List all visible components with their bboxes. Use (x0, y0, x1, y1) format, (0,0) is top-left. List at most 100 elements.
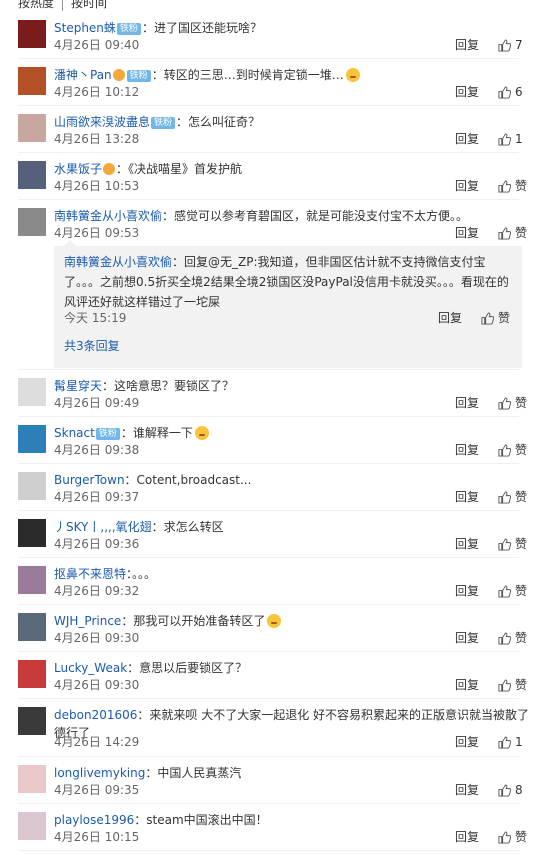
comment-item: 髯星穿天：这啥意思？要锁区了？ 4月26日 09:49 回复 赞 (0, 370, 537, 417)
thumb-up-icon (498, 830, 511, 844)
username-link[interactable]: 水果饭子 (54, 162, 102, 176)
reply-button[interactable]: 回复 (455, 85, 479, 99)
avatar[interactable] (18, 566, 46, 594)
like-button[interactable]: 1 (498, 132, 523, 146)
comment-timestamp: 4月26日 10:15 (54, 830, 140, 844)
avatar[interactable] (18, 378, 46, 406)
like-button[interactable]: 赞 (498, 830, 527, 844)
thumb-up-icon (498, 132, 511, 146)
comment-item: 潘神丶Pan 铁粉 ：转区的三思…到时候肯定锁一堆… 4月26日 10:12 回复 … (0, 59, 537, 106)
sub-reply-username[interactable]: 南韩黉金从小喜欢偷 (64, 255, 172, 269)
like-button[interactable]: 赞 (498, 443, 527, 457)
like-button[interactable]: 8 (498, 783, 523, 797)
username-link[interactable]: 南韩黉金从小喜欢偷 (54, 209, 162, 223)
comment-line: 抠鼻不来恩特：。。。 (54, 566, 156, 582)
like-button[interactable]: 赞 (498, 537, 527, 551)
tab-by-time[interactable]: 按时间 (62, 0, 107, 11)
username-link[interactable]: playlose1996 (54, 813, 134, 827)
like-button[interactable]: 赞 (498, 226, 527, 240)
fan-badge: 铁粉 (126, 70, 151, 82)
avatar[interactable] (18, 114, 46, 142)
comment-item: 丿SKY丨,,,,氧化翅：求怎么转区 4月26日 09:36 回复 赞 (0, 511, 537, 558)
like-button[interactable]: 赞 (498, 396, 527, 410)
avatar[interactable] (18, 425, 46, 453)
avatar[interactable] (18, 208, 46, 236)
avatar[interactable] (18, 765, 46, 793)
comment-item: Lucky_Weak：意思以后要锁区了？ 4月26日 09:30 回复 赞 (0, 652, 537, 699)
more-replies-link[interactable]: 共3条回复 (64, 339, 120, 353)
avatar[interactable] (18, 707, 46, 735)
comment-timestamp: 4月26日 09:53 (54, 226, 140, 240)
comment-item: Sknact 铁粉 ：谁解释一下 4月26日 09:38 回复 赞 (0, 417, 537, 464)
comment-timestamp: 4月26日 10:12 (54, 85, 140, 99)
reply-button[interactable]: 回复 (455, 584, 479, 598)
avatar[interactable] (18, 613, 46, 641)
reply-button[interactable]: 回复 (455, 735, 479, 749)
comment-timestamp: 4月26日 09:36 (54, 537, 140, 551)
tab-by-hot[interactable]: 按热度 (0, 0, 54, 11)
like-button[interactable]: 赞 (498, 179, 527, 193)
reply-button[interactable]: 回复 (455, 537, 479, 551)
username-link[interactable]: WJH_Prince (54, 614, 121, 628)
thumb-up-icon (498, 537, 511, 551)
like-count: 8 (515, 783, 523, 797)
fan-badge: 铁粉 (116, 23, 141, 35)
like-button[interactable]: 赞 (498, 490, 527, 504)
avatar[interactable] (18, 20, 46, 48)
avatar[interactable] (18, 519, 46, 547)
avatar[interactable] (18, 67, 46, 95)
like-button[interactable]: 7 (498, 38, 523, 52)
reply-button[interactable]: 回复 (455, 132, 479, 146)
like-button[interactable]: 赞 (498, 678, 527, 692)
comment-line: debon201606：来就来呗 大不了大家一起退化 好不容易积累起来的正版意识… (54, 707, 529, 723)
comment-item: debon201606：来就来呗 大不了大家一起退化 好不容易积累起来的正版意识… (0, 699, 537, 757)
comment-item: 南韩黉金从小喜欢偷：感觉可以参考育碧国区，就是可能没支付宝不太方便。。 4月26… (0, 200, 537, 370)
username-link[interactable]: 潘神丶Pan (54, 68, 112, 82)
sub-like-button[interactable]: 赞 (481, 311, 510, 325)
comment-text: ：。。。 (126, 567, 157, 581)
reply-button[interactable]: 回复 (455, 38, 479, 52)
like-count: 1 (515, 735, 523, 749)
emoji-icon (194, 426, 209, 440)
reply-button[interactable]: 回复 (455, 631, 479, 645)
reply-button[interactable]: 回复 (455, 830, 479, 844)
reply-button[interactable]: 回复 (455, 783, 479, 797)
like-button[interactable]: 赞 (498, 631, 527, 645)
avatar[interactable] (18, 812, 46, 840)
username-link[interactable]: 髯星穿天 (54, 379, 102, 393)
avatar[interactable] (18, 472, 46, 500)
like-button[interactable]: 1 (498, 735, 523, 749)
reply-button[interactable]: 回复 (455, 179, 479, 193)
comment-line: Stephen蛛 铁粉 ：进了国区还能玩啥？ (54, 20, 262, 36)
thumb-up-icon (498, 735, 511, 749)
like-count: 赞 (515, 584, 528, 598)
username-link[interactable]: longlivemyking (54, 766, 145, 780)
comment-line: 潘神丶Pan 铁粉 ：转区的三思…到时候肯定锁一堆… (54, 67, 360, 83)
comment-item: 山雨欲来湨波盡息 铁粉 ：怎么叫征奇？ 4月26日 13:28 回复 1 (0, 106, 537, 153)
username-link[interactable]: 抠鼻不来恩特 (54, 567, 126, 581)
username-link[interactable]: BurgerTown (54, 473, 125, 487)
username-link[interactable]: debon201606 (54, 708, 137, 722)
comment-item: 水果饭子 ：《决战喵星》首发护航 4月26日 10:53 回复 赞 (0, 153, 537, 200)
like-button[interactable]: 6 (498, 85, 523, 99)
avatar[interactable] (18, 161, 46, 189)
username-link[interactable]: Lucky_Weak (54, 661, 127, 675)
avatar[interactable] (18, 660, 46, 688)
username-link[interactable]: 丿SKY丨,,,,氧化翅 (54, 520, 152, 534)
comment-timestamp: 4月26日 09:38 (54, 443, 140, 457)
thumb-up-icon (498, 584, 511, 598)
username-link[interactable]: Stephen蛛 (54, 21, 116, 35)
thumb-up-icon (498, 38, 511, 52)
reply-button[interactable]: 回复 (455, 490, 479, 504)
comment-line: 丿SKY丨,,,,氧化翅：求怎么转区 (54, 519, 224, 535)
reply-button[interactable]: 回复 (455, 226, 479, 240)
sub-reply-button[interactable]: 回复 (438, 311, 462, 325)
reply-button[interactable]: 回复 (455, 678, 479, 692)
like-button[interactable]: 赞 (498, 584, 527, 598)
username-link[interactable]: 山雨欲来湨波盡息 (54, 115, 150, 129)
fan-badge: 铁粉 (95, 428, 120, 440)
comment-text: ：中国人民真蒸汽 (145, 766, 242, 780)
reply-button[interactable]: 回复 (455, 396, 479, 410)
username-link[interactable]: Sknact (54, 426, 95, 440)
reply-button[interactable]: 回复 (455, 443, 479, 457)
